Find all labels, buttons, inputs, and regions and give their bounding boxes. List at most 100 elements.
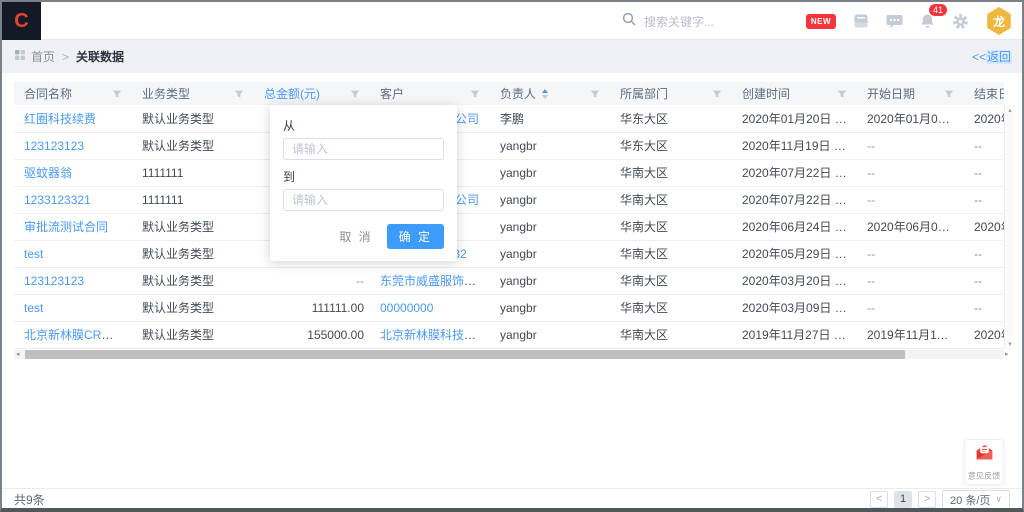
feedback-button[interactable]: 意见反馈: [964, 439, 1004, 485]
contract-link[interactable]: 北京新林膜CRM100用户...: [24, 328, 132, 342]
logo-letter: C: [14, 10, 28, 33]
filter-icon[interactable]: [944, 89, 954, 99]
customer-link[interactable]: 东莞市威盛服饰有限公司: [380, 274, 490, 288]
table-cell: 默认业务类型: [132, 213, 254, 240]
table-cell: --: [964, 186, 1004, 213]
scroll-left-icon[interactable]: ◂: [16, 350, 20, 359]
column-header-7[interactable]: 创建时间: [732, 82, 857, 105]
filter-icon[interactable]: [112, 89, 122, 99]
filter-icon[interactable]: [712, 89, 722, 99]
table-cell: 默认业务类型: [132, 240, 254, 267]
column-header-3[interactable]: 总金额(元): [254, 82, 370, 105]
table-cell: --: [857, 159, 964, 186]
chat-icon[interactable]: [886, 13, 903, 29]
table-cell: 2019年11月11日: [857, 321, 964, 348]
table-cell: 2020年: [964, 321, 1004, 348]
table-cell: test: [14, 294, 132, 321]
filter-icon[interactable]: [470, 89, 480, 99]
horizontal-scrollbar[interactable]: ◂: [14, 350, 1004, 359]
filter-to-label: 到: [283, 168, 444, 185]
table-cell: --: [857, 186, 964, 213]
table-cell: 2020年06月01日: [857, 213, 964, 240]
column-header-8[interactable]: 开始日期: [857, 82, 964, 105]
breadcrumb-current: 关联数据: [76, 48, 124, 65]
table-cell: --: [964, 240, 1004, 267]
contract-link[interactable]: 驱蚊器翁: [24, 166, 72, 180]
current-page[interactable]: 1: [894, 491, 912, 508]
table-cell: 华东大区: [610, 132, 732, 159]
table-cell: --: [857, 267, 964, 294]
notification-badge: 41: [929, 4, 947, 16]
column-header-5[interactable]: 负责人: [490, 82, 610, 105]
filter-icon[interactable]: [590, 89, 600, 99]
breadcrumb-home[interactable]: 首页: [31, 48, 55, 65]
table-cell: yangbr: [490, 186, 610, 213]
filter-actions: 取 消 确 定: [283, 224, 444, 249]
customer-link[interactable]: 公司: [455, 193, 479, 207]
table-cell: 1111111: [132, 159, 254, 186]
column-header-4[interactable]: 客户: [370, 82, 490, 105]
table-cell: --: [964, 267, 1004, 294]
filter-icon[interactable]: [234, 89, 244, 99]
next-page-button[interactable]: >: [918, 491, 936, 508]
table-header-row: 合同名称业务类型总金额(元) 客户 负责人所属部门创建时间 开始日期结束日期: [14, 82, 1004, 105]
column-header-1[interactable]: 合同名称: [14, 82, 132, 105]
contract-link[interactable]: 1233123321: [24, 193, 91, 207]
contract-link[interactable]: 123123123: [24, 274, 84, 288]
notebook-icon[interactable]: [853, 13, 869, 29]
table-body: 红圈科技续费默认业务类型公司李鹏华东大区2020年01月20日 13:23202…: [14, 105, 1004, 348]
table-cell: 华南大区: [610, 159, 732, 186]
scroll-right-icon[interactable]: ▸: [1005, 350, 1009, 359]
contract-link[interactable]: 123123123: [24, 139, 84, 153]
table-cell: 00000000: [370, 294, 490, 321]
table-cell: 默认业务类型: [132, 105, 254, 132]
contract-link[interactable]: 审批流测试合同: [24, 220, 108, 234]
app-logo[interactable]: C: [2, 2, 41, 40]
vertical-scrollbar[interactable]: ▴ ▾: [1004, 105, 1014, 349]
scroll-up-icon[interactable]: ▴: [1006, 106, 1014, 114]
column-header-6[interactable]: 所属部门: [610, 82, 732, 105]
column-header-9[interactable]: 结束日期: [964, 82, 1004, 105]
confirm-button[interactable]: 确 定: [387, 224, 444, 249]
cancel-button[interactable]: 取 消: [339, 228, 372, 245]
customer-link[interactable]: 北京新林膜科技有限公司: [380, 328, 490, 342]
gear-icon[interactable]: [952, 13, 969, 30]
page-size-select[interactable]: 20 条/页 ∨: [942, 490, 1010, 509]
table-cell: --: [857, 132, 964, 159]
table-cell: yangbr: [490, 240, 610, 267]
bell-icon[interactable]: 41: [920, 13, 935, 29]
table-cell: 2020年01月20日 13:23: [732, 105, 857, 132]
filter-from-input[interactable]: [283, 138, 444, 160]
contract-link[interactable]: test: [24, 301, 43, 315]
column-label: 客户: [380, 85, 404, 102]
customer-link[interactable]: 00000000: [380, 301, 433, 315]
filter-icon[interactable]: [837, 89, 847, 99]
app-window: C 搜索关键字... NEW 41 龙: [0, 0, 1024, 512]
scroll-down-icon[interactable]: ▾: [1006, 340, 1014, 348]
avatar[interactable]: 龙: [986, 7, 1012, 35]
horizontal-scroll-thumb[interactable]: [25, 350, 905, 359]
global-search[interactable]: 搜索关键字...: [622, 2, 714, 40]
home-icon: [14, 49, 26, 64]
table-cell: 默认业务类型: [132, 321, 254, 348]
filter-icon[interactable]: [350, 89, 360, 99]
table-cell: yangbr: [490, 267, 610, 294]
table-cell: 默认业务类型: [132, 132, 254, 159]
back-link[interactable]: <<返回: [972, 48, 1012, 65]
table-cell: 华南大区: [610, 240, 732, 267]
filter-to-input[interactable]: [283, 189, 444, 211]
contract-link[interactable]: test: [24, 247, 43, 261]
table-cell: 2020年: [964, 105, 1004, 132]
sort-icon[interactable]: [542, 89, 548, 99]
search-placeholder: 搜索关键字...: [644, 13, 714, 30]
column-header-2[interactable]: 业务类型: [132, 82, 254, 105]
table-row: 驱蚊器翁1111111yangbr华南大区2020年07月22日 14:04--…: [14, 159, 1004, 186]
table-cell: yangbr: [490, 132, 610, 159]
table-cell: test: [14, 240, 132, 267]
table-cell: 北京新林膜CRM100用户...: [14, 321, 132, 348]
column-label: 创建时间: [742, 85, 790, 102]
contract-link[interactable]: 红圈科技续费: [24, 112, 96, 126]
prev-page-button[interactable]: <: [870, 491, 888, 508]
customer-link[interactable]: 公司: [455, 112, 479, 126]
table-cell: --: [964, 294, 1004, 321]
